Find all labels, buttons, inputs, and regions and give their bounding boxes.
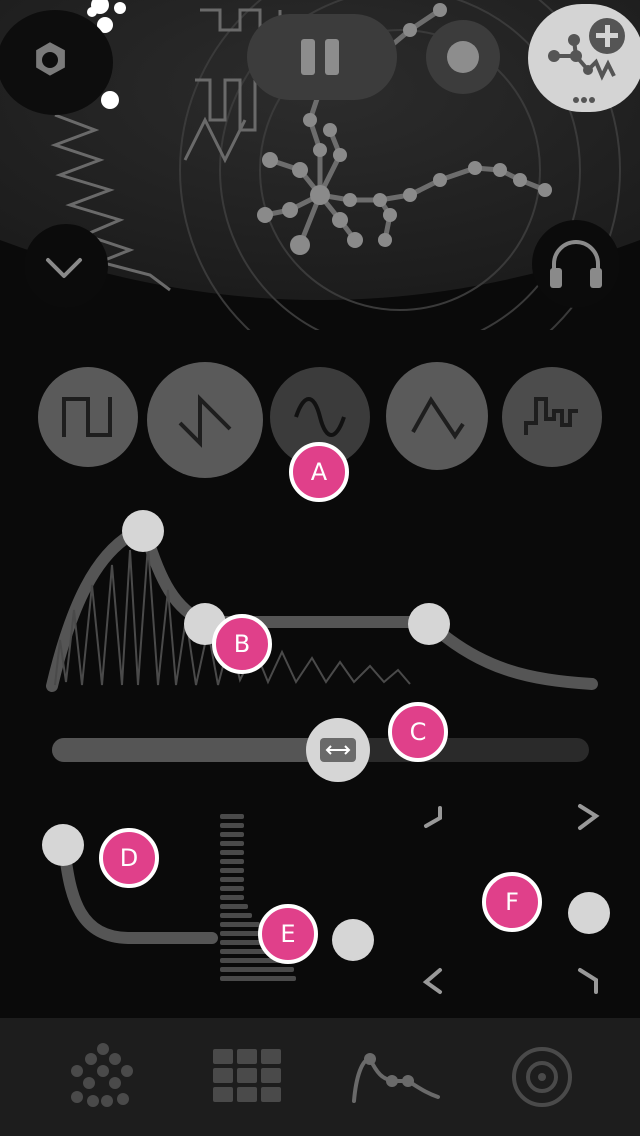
envelope-curve-icon	[352, 1053, 440, 1103]
add-node-icon	[548, 18, 625, 103]
waveform-sawtooth-button[interactable]	[147, 362, 263, 478]
hexagon-nut-icon	[36, 42, 65, 76]
grid-icon	[213, 1049, 281, 1102]
duration-slider-fill	[52, 738, 342, 762]
filter-curve-knob[interactable]	[42, 824, 84, 866]
pause-button[interactable]	[247, 14, 397, 100]
tab-nodes[interactable]	[22, 1018, 182, 1136]
headphones-icon	[550, 240, 602, 288]
badge-e: E	[258, 904, 318, 964]
envelope-sustain-knob[interactable]	[408, 603, 450, 645]
envelope-attack-knob[interactable]	[122, 510, 164, 552]
record-icon	[447, 41, 479, 73]
envelope-editor[interactable]	[0, 490, 640, 710]
badge-b: B	[212, 614, 272, 674]
target-icon	[512, 1047, 572, 1107]
sawtooth-wave-icon	[178, 394, 232, 448]
triangle-wave-icon	[411, 396, 465, 440]
waveform-random-button[interactable]	[502, 367, 602, 467]
level-knob[interactable]	[332, 919, 374, 961]
xy-pad-knob[interactable]	[568, 892, 610, 934]
waveform-square-button[interactable]	[38, 367, 138, 467]
tab-target[interactable]	[462, 1018, 622, 1136]
badge-d: D	[99, 828, 159, 888]
pause-icon	[301, 39, 339, 75]
horizontal-arrows-icon	[320, 738, 356, 762]
sine-wave-icon	[294, 397, 346, 437]
bottom-tab-bar	[0, 1018, 640, 1136]
badge-c: C	[388, 702, 448, 762]
chevron-down-icon	[46, 258, 82, 278]
record-button[interactable]	[426, 20, 500, 94]
tab-envelope[interactable]	[316, 1018, 476, 1136]
add-node-button[interactable]	[528, 4, 640, 112]
headphones-button[interactable]	[532, 220, 620, 308]
settings-button[interactable]	[0, 10, 113, 115]
tab-grid[interactable]	[168, 1018, 328, 1136]
duration-slider-handle[interactable]	[306, 718, 370, 782]
collapse-button[interactable]	[24, 224, 108, 308]
waveform-triangle-button[interactable]	[386, 362, 488, 470]
dots-cluster-icon	[71, 1043, 133, 1107]
badge-f: F	[482, 872, 542, 932]
random-step-wave-icon	[524, 397, 578, 435]
square-wave-icon	[62, 397, 112, 437]
